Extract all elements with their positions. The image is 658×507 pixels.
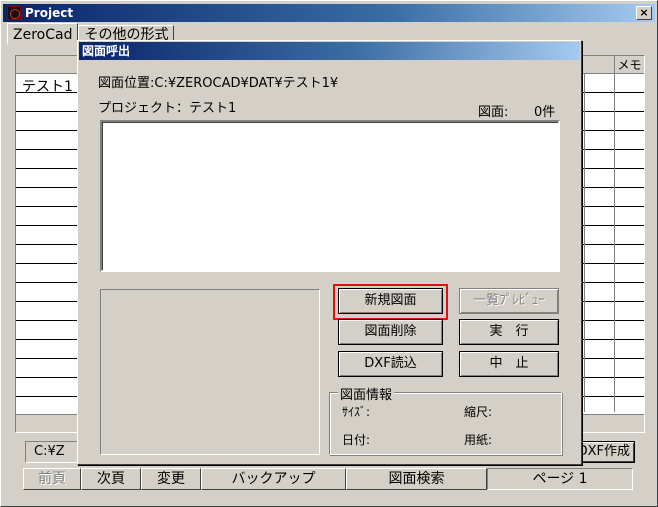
drawing-info-group: 図面情報 ｻｲｽﾞ: 縮尺: 日付: 用紙:: [329, 384, 562, 455]
tab-zerocad[interactable]: ZeroCad: [7, 23, 79, 45]
drawing-preview: [100, 289, 320, 455]
grid-column-divider: [614, 74, 615, 412]
dxf-import-button[interactable]: DXF読込: [338, 351, 443, 377]
drawing-count-value: 0件: [534, 105, 556, 120]
project-name-label: プロジェクト：テスト1: [98, 101, 237, 116]
execute-button[interactable]: 実 行: [459, 319, 559, 345]
change-button[interactable]: 変更: [141, 468, 201, 490]
drawing-location-label: 図面位置:C:¥ZEROCAD¥DAT¥テスト1¥: [98, 76, 339, 91]
dxf-create-button[interactable]: DXF作成: [575, 441, 635, 463]
delete-drawing-button[interactable]: 図面削除: [338, 319, 443, 345]
drawing-open-dialog: 図面呼出 図面位置:C:¥ZEROCAD¥DAT¥テスト1¥ プロジェクト：テス…: [77, 40, 582, 465]
page-indicator: ページ 1: [487, 468, 633, 490]
drawing-list[interactable]: [100, 120, 560, 272]
next-page-button[interactable]: 次頁: [81, 468, 141, 490]
size-label: ｻｲｽﾞ:: [342, 405, 371, 419]
close-button[interactable]: ×: [636, 6, 652, 20]
drawing-info-legend: 図面情報: [338, 384, 395, 403]
scale-label: 縮尺:: [464, 405, 493, 419]
drawing-search-button[interactable]: 図面検索: [346, 468, 487, 490]
window-title: Project: [25, 6, 74, 20]
window-titlebar[interactable]: Project ×: [3, 4, 655, 22]
cancel-button[interactable]: 中 止: [459, 351, 559, 377]
date-label: 日付:: [342, 433, 371, 447]
bottom-toolbar: 前頁 次頁 変更 バックアップ 図面検索 ページ 1: [23, 468, 633, 490]
memo-column-header[interactable]: メモ: [614, 56, 644, 74]
grid-row-project[interactable]: テスト1: [22, 76, 73, 96]
paper-label: 用紙:: [464, 433, 493, 447]
grid-column-divider: [584, 74, 585, 412]
list-preview-button[interactable]: 一覧ﾌﾟﾚﾋﾞｭｰ: [459, 288, 559, 314]
backup-button[interactable]: バックアップ: [201, 468, 346, 490]
app-icon: [7, 6, 21, 20]
prev-page-button[interactable]: 前頁: [23, 468, 81, 490]
dialog-title[interactable]: 図面呼出: [79, 42, 580, 60]
drawing-count-label: 図面:: [478, 105, 509, 120]
new-drawing-button[interactable]: 新規図面: [338, 288, 443, 314]
